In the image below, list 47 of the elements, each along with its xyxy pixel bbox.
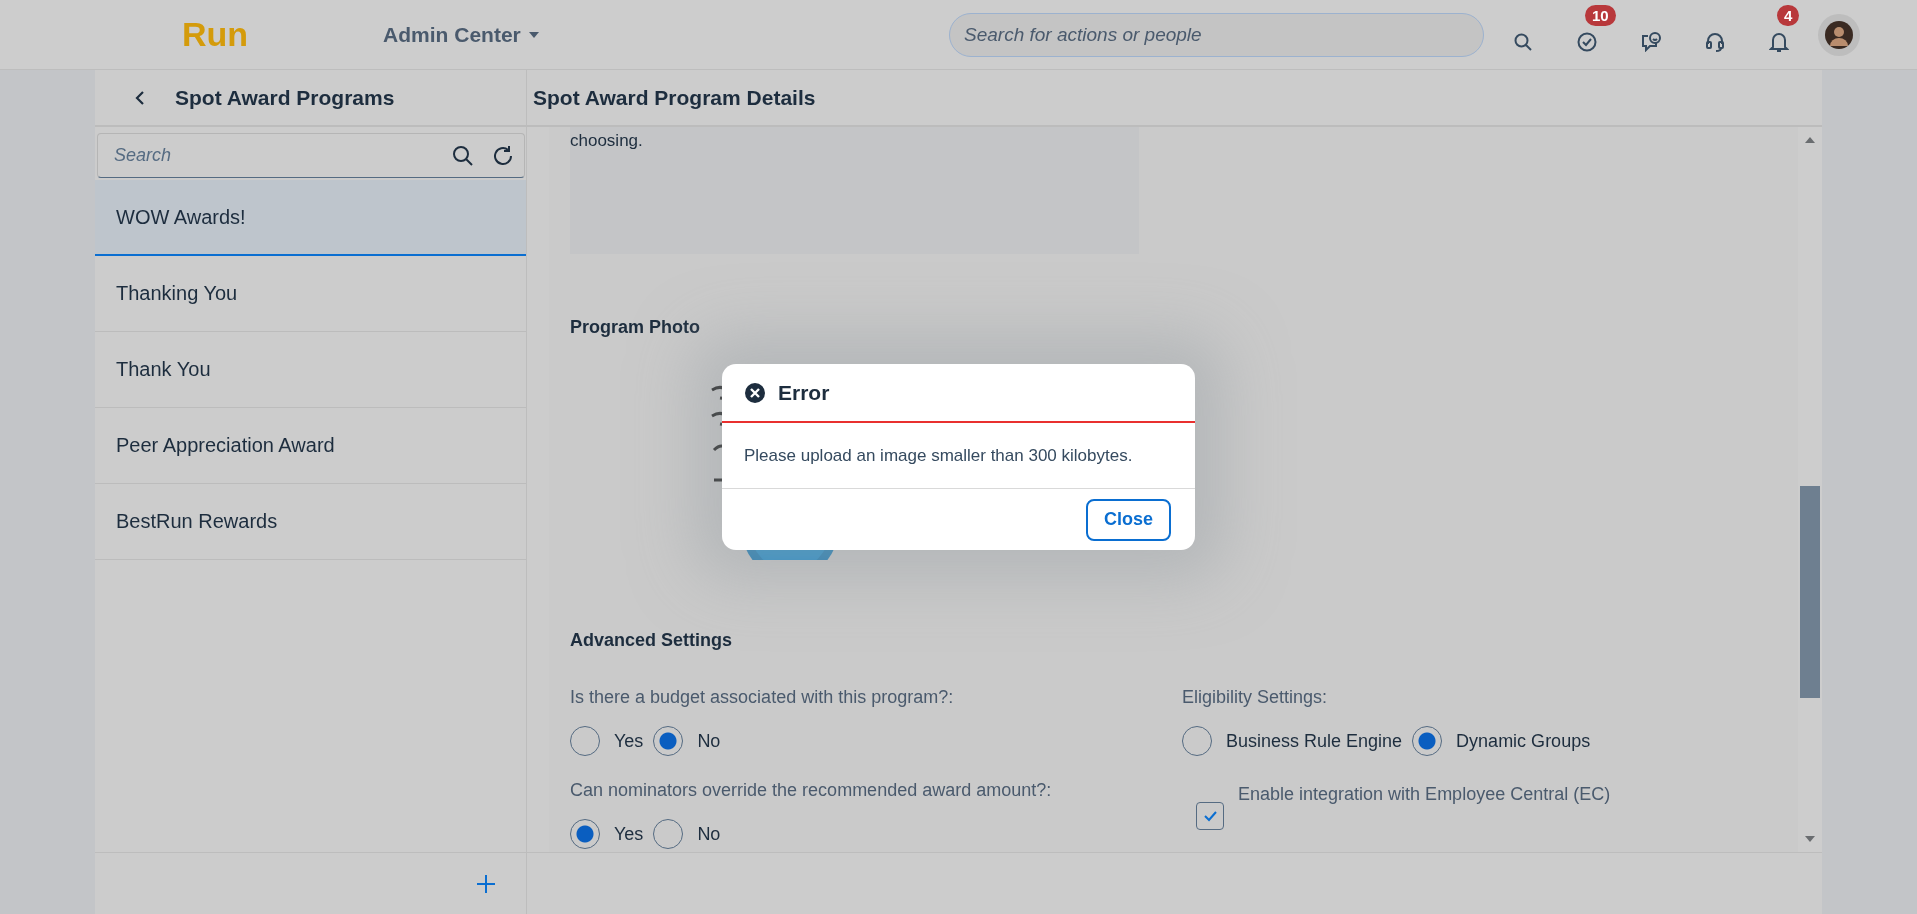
notifications-button[interactable]: 4	[1747, 4, 1811, 65]
panel-title: Spot Award Programs	[175, 85, 395, 110]
close-button[interactable]: Close	[1085, 498, 1171, 541]
bell-icon	[1769, 30, 1789, 53]
search-input[interactable]: Search	[112, 144, 434, 167]
program-list-item[interactable]: WOW Awards!	[95, 180, 526, 256]
question-label: Eligibility Settings:	[1182, 687, 1329, 708]
refresh-icon[interactable]	[492, 144, 514, 167]
dialog-title: Error	[778, 380, 830, 405]
count-badge: 10	[1585, 4, 1616, 26]
search-icon[interactable]	[452, 144, 474, 167]
search-icon	[1513, 31, 1533, 52]
down-arrow-icon[interactable]	[1805, 836, 1815, 842]
radio-option[interactable]: Yes	[570, 819, 644, 849]
avatar[interactable]	[1818, 13, 1860, 56]
program-list-item[interactable]: Thank You	[95, 332, 526, 408]
program-list-item[interactable]: BestRun Rewards	[95, 484, 526, 560]
page-title: Spot Award Program Details	[533, 85, 816, 110]
question-label: Is there a budget associated with this program?:	[570, 687, 955, 708]
checkbox-option[interactable]: Enable integration with Employee Central (EC)	[1196, 784, 1798, 830]
program-list-item[interactable]: Thanking You	[95, 256, 526, 332]
radio-option[interactable]: Business Rule Engine	[1182, 726, 1403, 756]
scrollbar-thumb[interactable]	[1800, 486, 1820, 698]
up-arrow-icon[interactable]	[1805, 137, 1815, 143]
error-icon	[744, 381, 766, 404]
radio-option[interactable]: No	[653, 726, 721, 756]
search-bar[interactable]: Search	[97, 133, 525, 178]
headset-icon	[1705, 30, 1725, 53]
tasks-button[interactable]: 10	[1555, 4, 1619, 65]
error-message: Please upload an image smaller than 300 kilobytes.	[722, 423, 1195, 489]
description-text: choosing.	[570, 131, 643, 150]
program-list-item[interactable]: Peer Appreciation Award	[95, 408, 526, 484]
search-field[interactable]: Search for actions or people	[949, 12, 1484, 57]
person-icon	[1825, 20, 1853, 49]
question-label: Can nominators override the recommended award amount?:	[570, 780, 1053, 801]
radio-option[interactable]: No	[653, 819, 721, 849]
section-title: Program Photo	[570, 317, 701, 338]
section-title: Advanced Settings	[570, 630, 734, 651]
plus-icon	[476, 873, 496, 894]
admin-center-menu[interactable]: Admin Center	[383, 22, 539, 47]
radio-option[interactable]: Yes	[570, 726, 644, 756]
count-badge: 4	[1777, 4, 1800, 26]
radio-option[interactable]: Dynamic Groups	[1412, 726, 1591, 756]
caret-icon	[528, 31, 539, 38]
back-icon[interactable]	[135, 90, 145, 105]
check-circle-icon	[1577, 31, 1597, 52]
chat-smile-icon	[1640, 31, 1662, 52]
